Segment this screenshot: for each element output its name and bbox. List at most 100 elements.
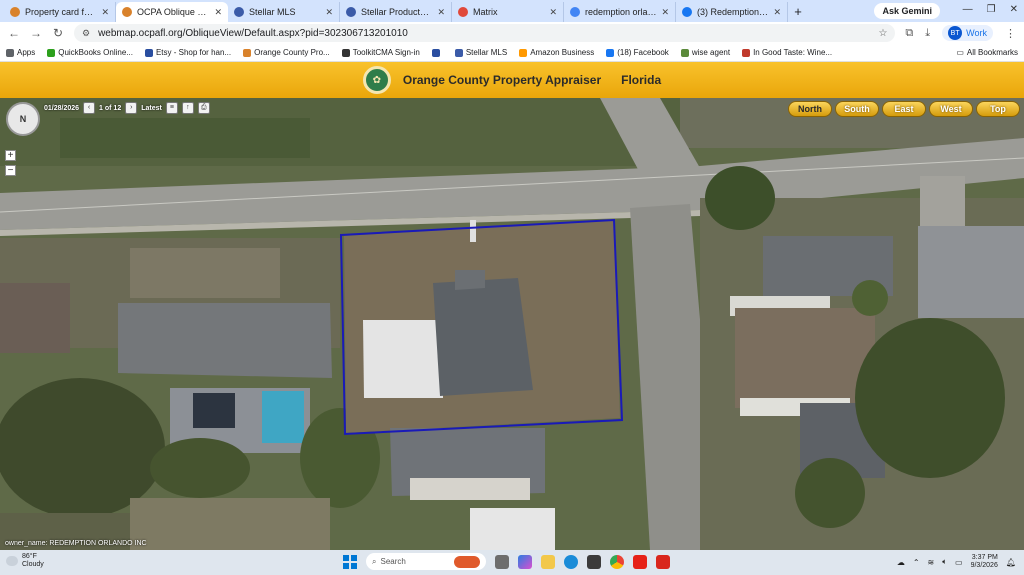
browser-tab-strip: Property card for 30230671✕OCPA Oblique … bbox=[0, 0, 1024, 22]
bookmark-item[interactable] bbox=[431, 48, 443, 57]
browser-tab[interactable]: Matrix ✕ bbox=[452, 2, 564, 22]
maximize-icon[interactable]: ❐ bbox=[987, 4, 996, 15]
profile-button[interactable]: BT Work bbox=[942, 25, 993, 41]
menu-icon[interactable]: ⋮ bbox=[1005, 27, 1016, 40]
tab-close-icon[interactable]: ✕ bbox=[773, 7, 781, 18]
browser-tab[interactable]: Property card for 30230671 ✕ bbox=[4, 2, 116, 22]
direction-button-west[interactable]: West bbox=[929, 101, 973, 117]
reload-icon[interactable]: ↻ bbox=[52, 26, 64, 40]
previous-image-icon[interactable]: ‹ bbox=[83, 102, 96, 114]
tray-expand-icon[interactable]: ⌃ bbox=[913, 558, 920, 567]
next-image-icon[interactable]: › bbox=[125, 102, 138, 114]
folder-icon: ▭ bbox=[956, 48, 964, 57]
browser-tab[interactable]: (3) Redemption Orlando | F ✕ bbox=[676, 2, 788, 22]
back-arrow-icon[interactable]: ← bbox=[8, 26, 20, 40]
browser-tab[interactable]: redemption orlando - Goog✕ bbox=[564, 2, 676, 22]
weather-desc: Cloudy bbox=[22, 561, 44, 568]
weather-widget[interactable]: 86°F Cloudy bbox=[6, 553, 44, 569]
bookmark-label: ToolkitCMA Sign-in bbox=[352, 48, 420, 57]
taskbar-search[interactable]: ⌕ Search bbox=[366, 553, 486, 570]
all-bookmarks-label: All Bookmarks bbox=[966, 48, 1018, 57]
tab-close-icon[interactable]: ✕ bbox=[437, 7, 445, 18]
bookmark-star-icon[interactable]: ☆ bbox=[878, 28, 887, 39]
volume-icon[interactable]: 🔈︎ bbox=[942, 557, 947, 567]
bookmark-item[interactable]: Amazon Business bbox=[519, 48, 594, 57]
bookmark-label: Amazon Business bbox=[530, 48, 595, 57]
image-counter: 1 of 12 bbox=[99, 104, 122, 112]
windows-start-icon[interactable] bbox=[343, 554, 357, 569]
browser-tab[interactable]: Stellar MLS ✕ bbox=[228, 2, 340, 22]
clock-time: 3:37 PM bbox=[971, 554, 998, 561]
download-icon[interactable]: ⤓ bbox=[925, 27, 930, 40]
browser-tab[interactable]: Stellar Products - Stellar MLS ✕ bbox=[340, 2, 452, 22]
direction-button-south[interactable]: South bbox=[835, 101, 879, 117]
edge-icon[interactable] bbox=[564, 554, 578, 569]
minimize-icon[interactable]: — bbox=[963, 4, 973, 15]
window-controls: — ❐ ✕ bbox=[963, 4, 1018, 15]
tab-close-icon[interactable]: ✕ bbox=[214, 7, 222, 18]
zoom-out-button[interactable]: − bbox=[5, 165, 16, 176]
image-date: 01/28/2026 bbox=[44, 104, 80, 112]
extensions-icon[interactable]: ⧉ bbox=[905, 27, 913, 40]
new-tab-button[interactable]: + bbox=[788, 2, 808, 22]
print-icon[interactable]: ⎙ bbox=[197, 102, 210, 114]
browser-toolbar: ← → ↻ ⚙ webmap.ocpafl.org/ObliqueView/De… bbox=[0, 22, 1024, 44]
bookmark-item[interactable]: Orange County Pro... bbox=[243, 48, 330, 57]
aerial-imagery bbox=[0, 98, 1024, 550]
bookmark-item[interactable]: ToolkitCMA Sign-in bbox=[341, 48, 420, 57]
bookmark-item[interactable]: Stellar MLS bbox=[454, 48, 507, 57]
tab-favicon-icon bbox=[10, 7, 20, 17]
wifi-icon[interactable]: ≋ bbox=[928, 558, 935, 567]
bookmark-favicon-icon bbox=[454, 48, 463, 57]
cloud-icon bbox=[6, 556, 18, 566]
forward-arrow-icon[interactable]: → bbox=[30, 26, 42, 40]
bookmark-favicon-icon bbox=[606, 48, 615, 57]
cloud-sync-icon[interactable]: ☁ bbox=[897, 558, 905, 567]
bookmark-item[interactable]: wise agent bbox=[680, 48, 730, 57]
bookmark-favicon-icon bbox=[742, 48, 751, 57]
weather-temp: 86°F bbox=[22, 553, 37, 560]
close-window-icon[interactable]: ✕ bbox=[1010, 4, 1018, 15]
bookmark-item[interactable]: Etsy - Shop for han... bbox=[144, 48, 232, 57]
address-bar[interactable]: ⚙ webmap.ocpafl.org/ObliqueView/Default.… bbox=[74, 24, 896, 42]
copilot-icon[interactable] bbox=[518, 554, 532, 569]
layers-icon[interactable]: ≡ bbox=[165, 102, 178, 114]
zoom-in-button[interactable]: + bbox=[5, 150, 16, 161]
bookmark-favicon-icon bbox=[47, 48, 56, 57]
file-explorer-icon[interactable] bbox=[541, 554, 555, 569]
ask-gemini-button[interactable]: Ask Gemini bbox=[874, 3, 940, 19]
all-bookmarks-button[interactable]: ▭ All Bookmarks bbox=[956, 48, 1018, 57]
site-info-icon[interactable]: ⚙ bbox=[82, 28, 90, 39]
tab-close-icon[interactable]: ✕ bbox=[661, 7, 669, 18]
bookmark-item[interactable]: (18) Facebook bbox=[606, 48, 669, 57]
store-icon[interactable] bbox=[587, 554, 601, 569]
bookmark-item[interactable]: In Good Taste: Wine... bbox=[742, 48, 832, 57]
bookmark-item[interactable]: Apps bbox=[6, 48, 35, 57]
direction-button-east[interactable]: East bbox=[882, 101, 926, 117]
notification-bell-icon[interactable]: 🔔︎ bbox=[1006, 558, 1016, 567]
chrome-icon[interactable] bbox=[610, 554, 624, 569]
latest-dropdown[interactable]: Latest bbox=[141, 105, 162, 112]
compass-icon[interactable]: N bbox=[6, 102, 40, 136]
tab-close-icon[interactable]: ✕ bbox=[549, 7, 557, 18]
direction-button-top[interactable]: Top bbox=[976, 101, 1020, 117]
bookmark-item[interactable]: QuickBooks Online... bbox=[47, 48, 133, 57]
upload-icon[interactable]: ↑ bbox=[181, 102, 194, 114]
youtube-icon[interactable] bbox=[633, 554, 647, 569]
battery-icon[interactable]: ▭ bbox=[955, 558, 963, 567]
oblique-map[interactable]: N + − 01/28/2026 ‹ 1 of 12 › Latest ≡ ↑ … bbox=[0, 98, 1024, 550]
direction-button-north[interactable]: North bbox=[788, 101, 832, 117]
bookmark-label: In Good Taste: Wine... bbox=[753, 48, 833, 57]
state-label: Florida bbox=[621, 73, 662, 87]
tab-favicon-icon bbox=[458, 7, 468, 17]
search-placeholder: Search bbox=[380, 557, 406, 566]
browser-tab[interactable]: OCPA Oblique View ✕ bbox=[116, 2, 228, 22]
task-view-icon[interactable] bbox=[495, 554, 509, 569]
tab-close-icon[interactable]: ✕ bbox=[325, 7, 333, 18]
bookmark-favicon-icon bbox=[341, 48, 350, 57]
acrobat-icon[interactable] bbox=[656, 554, 670, 569]
tab-title: (3) Redemption Orlando | F bbox=[697, 7, 769, 17]
clock[interactable]: 3:37 PM 9/3/2026 bbox=[971, 554, 998, 570]
bookmark-label: Etsy - Shop for han... bbox=[155, 48, 232, 57]
tab-close-icon[interactable]: ✕ bbox=[101, 7, 109, 18]
